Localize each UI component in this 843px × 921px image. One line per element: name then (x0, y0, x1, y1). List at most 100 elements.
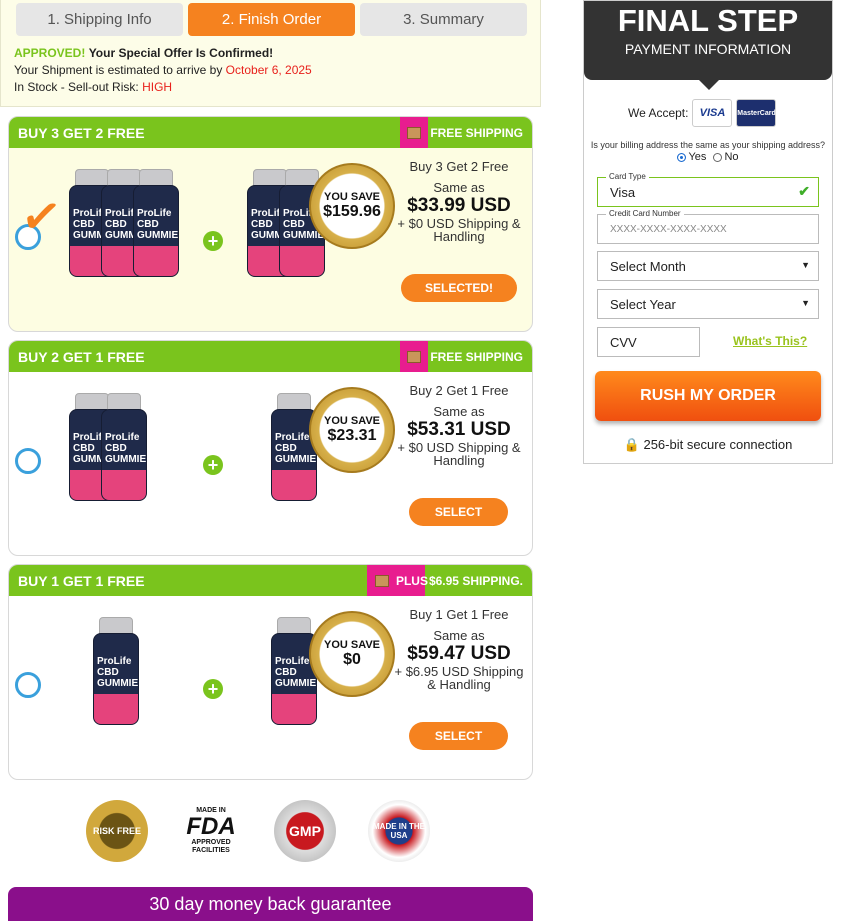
stock-text: In Stock - Sell-out Risk: (14, 80, 139, 94)
offer-price: $59.47 USD (407, 643, 511, 664)
same-as-label: Same as (433, 628, 485, 643)
month-value: Select Month (610, 258, 686, 274)
cc-label: Credit Card Number (606, 209, 684, 218)
order-status-box: 1. Shipping Info 2. Finish Order 3. Summ… (0, 0, 541, 107)
package-title: BUY 2 GET 1 FREE (18, 348, 145, 365)
payment-header: FINAL STEP PAYMENT INFORMATION (584, 1, 832, 90)
year-select[interactable]: Select Year ▼ (597, 289, 819, 319)
we-accept-label: We Accept: (628, 106, 689, 120)
check-icon: ✔ (798, 183, 810, 199)
year-value: Select Year (610, 296, 676, 312)
step-shipping-info[interactable]: 1. Shipping Info (16, 3, 183, 36)
plus-icon: + (203, 231, 223, 251)
offer-details: Buy 2 Get 1 Free Same as $53.31 USD + $0… (389, 383, 529, 467)
shipping-tag: FREE SHIPPING (400, 341, 532, 372)
package-header: BUY 1 GET 1 FREE PLUS $6.95 SHIPPING. (9, 565, 532, 596)
shipping-tag-text: FREE SHIPPING (430, 125, 523, 140)
package-header: BUY 3 GET 2 FREE FREE SHIPPING (9, 117, 532, 148)
package-radio[interactable] (15, 672, 41, 698)
offer-name: Buy 2 Get 1 Free (409, 383, 509, 398)
step-summary[interactable]: 3. Summary (360, 3, 527, 36)
bottle-image: ProLifeCBDGUMMIES (271, 393, 317, 501)
you-save-badge: YOU SAVE $23.31 (309, 387, 395, 473)
offer-shipping: + $0 USD Shipping & Handling (397, 440, 521, 468)
secure-text: 256-bit secure connection (643, 437, 793, 452)
you-save-badge: YOU SAVE $159.96 (309, 163, 395, 249)
step-finish-order[interactable]: 2. Finish Order (188, 3, 355, 36)
offer-shipping: + $6.95 USD Shipping & Handling (394, 664, 524, 692)
approved-label: APPROVED! (14, 46, 86, 60)
checkout-steps: 1. Shipping Info 2. Finish Order 3. Summ… (16, 3, 527, 36)
cvv-placeholder: CVV (610, 334, 637, 350)
save-amount: $159.96 (323, 203, 381, 220)
money-back-guarantee: 30 day money back guarantee (8, 887, 533, 921)
free-bottles-group: ProLifeCBDGUMMIES (271, 393, 317, 501)
final-step-title: FINAL STEP (617, 3, 799, 38)
package-radio[interactable] (15, 448, 41, 474)
lock-icon: 🔒 (623, 437, 640, 452)
save-amount: $0 (343, 651, 361, 668)
risk-level: HIGH (142, 80, 173, 94)
you-save-badge: YOU SAVE $0 (309, 611, 395, 697)
selected-button[interactable]: SELECTED! (401, 274, 517, 302)
package-title: BUY 1 GET 1 FREE (18, 572, 145, 589)
shipping-box-icon (400, 117, 429, 148)
checkmark-icon: ✓ (17, 188, 65, 247)
offer-details: Buy 1 Get 1 Free Same as $59.47 USD + $6… (389, 607, 529, 691)
chevron-down-icon: ▼ (801, 298, 810, 308)
trust-badges: RISK FREE MADE IN FDA APPROVED FACILITIE… (86, 800, 430, 862)
cc-placeholder: XXXX-XXXX-XXXX-XXXX (610, 223, 727, 235)
select-button[interactable]: SELECT (409, 722, 508, 750)
offer-details: Buy 3 Get 2 Free Same as $33.99 USD + $0… (389, 159, 529, 243)
select-button[interactable]: SELECT (409, 498, 508, 526)
shipment-date: October 6, 2025 (225, 63, 312, 77)
card-type-label: Card Type (606, 172, 649, 181)
offer-price: $53.31 USD (407, 419, 511, 440)
billing-yes-label: Yes (688, 151, 707, 163)
shipping-tag: PLUS $6.95 SHIPPING. (366, 565, 532, 596)
billing-no-radio[interactable] (713, 152, 723, 162)
order-status-text: APPROVED! Your Special Offer Is Confirme… (14, 45, 312, 96)
free-bottles-group: ProLifeCBDGUMMIES (271, 617, 317, 725)
you-save-label: YOU SAVE (323, 639, 381, 651)
billing-options: Yes No (584, 151, 832, 163)
you-save-label: YOU SAVE (323, 415, 381, 427)
payment-subtitle: PAYMENT INFORMATION (624, 41, 792, 57)
shipping-tag-text: FREE SHIPPING (430, 349, 523, 364)
you-save-label: YOU SAVE (323, 191, 381, 203)
accepted-cards: We Accept: VISA MasterCard (628, 99, 777, 127)
payment-panel: FINAL STEP PAYMENT INFORMATION We Accept… (583, 0, 833, 464)
bottle-image: ProLifeCBDGUMMIES (271, 617, 317, 725)
package-buy2-get1[interactable]: BUY 2 GET 1 FREE FREE SHIPPING ProLife CB… (8, 340, 533, 556)
card-type-select[interactable]: Card Type Visa ✔ (597, 172, 819, 207)
offer-shipping: + $0 USD Shipping & Handling (397, 216, 521, 244)
confirmed-text: Your Special Offer Is Confirmed! (88, 46, 274, 60)
bottle-image: ProLifeCBDGUMMIES (93, 617, 139, 725)
billing-yes-radio[interactable] (677, 152, 687, 162)
month-select[interactable]: Select Month ▼ (597, 251, 819, 281)
shipping-tag: FREE SHIPPING (400, 117, 532, 148)
credit-card-field[interactable]: Credit Card Number XXXX-XXXX-XXXX-XXXX (597, 209, 819, 244)
bottles-group: ProLifeCBDGUMMIES (93, 617, 139, 725)
free-bottles-group: ProLifeCBDGUMMIES ProLifeCBDGUMMIES (247, 169, 325, 277)
fda-badge-icon: MADE IN FDA APPROVED FACILITIES (180, 800, 242, 862)
same-as-label: Same as (433, 404, 485, 419)
package-buy3-get2[interactable]: BUY 3 GET 2 FREE FREE SHIPPING ✓ ProLife… (8, 116, 533, 332)
gmp-badge-icon: GMP (274, 800, 336, 862)
bottles-group: ProLifeCBDGUMMIES ProLifeCBDGUMMIES ProL… (69, 169, 179, 277)
package-buy1-get1[interactable]: BUY 1 GET 1 FREE PLUS $6.95 SHIPPING. Pr… (8, 564, 533, 780)
save-amount: $23.31 (327, 427, 377, 444)
visa-icon: VISA (692, 99, 733, 127)
plus-icon: + (203, 679, 223, 699)
whats-this-link[interactable]: What's This? (733, 334, 807, 348)
bottles-group: ProLifeCBDGUMMIES ProLifeCBDGUMMIES (69, 393, 147, 501)
card-type-value: Visa (610, 184, 636, 200)
offer-name: Buy 1 Get 1 Free (409, 607, 509, 622)
offer-price: $33.99 USD (407, 195, 511, 216)
rush-order-button[interactable]: RUSH MY ORDER (595, 371, 821, 421)
bottle-image: ProLifeCBDGUMMIES (101, 393, 147, 501)
chevron-down-icon: ▼ (801, 260, 810, 270)
shipping-tag-text: $6.95 SHIPPING. (428, 573, 523, 588)
package-title: BUY 3 GET 2 FREE (18, 124, 145, 141)
cvv-field[interactable]: CVV (597, 327, 700, 357)
